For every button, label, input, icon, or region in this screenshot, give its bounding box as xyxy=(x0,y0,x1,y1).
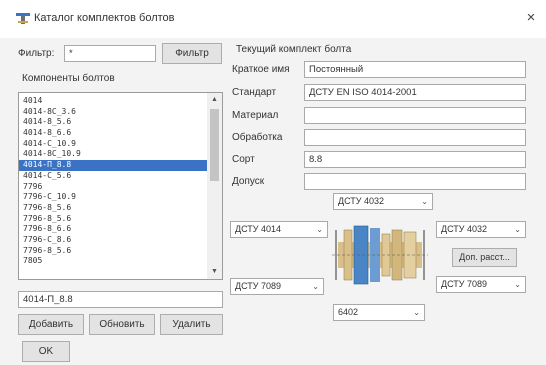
dropdown-arrow-icon: ⌄ xyxy=(514,225,521,234)
list-item[interactable]: 4014-П_8.8 xyxy=(19,160,207,171)
list-item[interactable]: 7796-8_5.6 xyxy=(19,203,207,214)
dropdown-arrow-icon: ⌄ xyxy=(421,197,428,206)
short-name-field[interactable]: Постоянный xyxy=(304,61,526,78)
delete-button[interactable]: Удалить xyxy=(160,314,223,335)
refresh-button[interactable]: Обновить xyxy=(89,314,155,335)
add-button[interactable]: Добавить xyxy=(18,314,84,335)
list-item[interactable]: 4014-8С_3.6 xyxy=(19,107,207,118)
bolt-app-icon xyxy=(16,13,30,24)
washer-top-combo[interactable]: ДСТУ 4032 ⌄ xyxy=(333,193,433,210)
scroll-up-icon[interactable]: ▲ xyxy=(207,93,222,107)
window-title: Каталог комплектов болтов xyxy=(34,12,175,24)
filter-button[interactable]: Фильтр xyxy=(162,43,222,64)
nut-standard-combo[interactable]: ДСТУ 4032 ⌄ xyxy=(436,221,526,238)
list-item[interactable]: 7796-8_6.6 xyxy=(19,224,207,235)
list-item[interactable]: 7796 xyxy=(19,182,207,193)
material-label: Материал xyxy=(232,110,279,121)
extra-spacing-button[interactable]: Доп. расст... xyxy=(452,248,517,267)
list-item[interactable]: 7796-С_10.9 xyxy=(19,192,207,203)
scroll-down-icon[interactable]: ▼ xyxy=(207,265,222,279)
washer-top-value: ДСТУ 4032 xyxy=(338,196,385,206)
scroll-thumb[interactable] xyxy=(210,109,219,181)
close-button[interactable]: × xyxy=(520,8,542,28)
dropdown-arrow-icon: ⌄ xyxy=(312,282,319,291)
components-label: Компоненты болтов xyxy=(22,73,115,84)
tolerance-label: Допуск xyxy=(232,176,265,187)
ok-button[interactable]: OK xyxy=(22,341,70,362)
bolt-standard-combo[interactable]: ДСТУ 4014 ⌄ xyxy=(230,221,328,238)
washer-left-combo[interactable]: ДСТУ 7089 ⌄ xyxy=(230,278,324,295)
dropdown-arrow-icon: ⌄ xyxy=(316,225,323,234)
standard-label: Стандарт xyxy=(232,87,277,98)
washer-left-value: ДСТУ 7089 xyxy=(235,281,282,291)
finish-label: Обработка xyxy=(232,132,283,143)
dropdown-arrow-icon: ⌄ xyxy=(514,280,521,289)
bolt-catalog-dialog: Каталог комплектов болтов × Фильтр: * Фи… xyxy=(0,0,546,365)
standard-field[interactable]: ДСТУ EN ISO 4014-2001 xyxy=(304,84,526,101)
components-listbox[interactable]: 4014 4014-8С_3.6 4014-8_5.6 4014-8_6.6 4014-… xyxy=(18,92,223,280)
finish-field[interactable] xyxy=(304,129,526,146)
list-item[interactable]: 4014-С_10.9 xyxy=(19,139,207,150)
grade-label: Сорт xyxy=(232,154,255,165)
list-item[interactable]: 4014-8_6.6 xyxy=(19,128,207,139)
bolt-assembly-image xyxy=(332,225,428,285)
washer-right-combo[interactable]: ДСТУ 7089 ⌄ xyxy=(436,276,526,293)
dropdown-arrow-icon: ⌄ xyxy=(413,308,420,317)
nut-standard-value: ДСТУ 4032 xyxy=(441,224,488,234)
bolt-standard-value: ДСТУ 4014 xyxy=(235,224,282,234)
components-list-items: 4014 4014-8С_3.6 4014-8_5.6 4014-8_6.6 4014-… xyxy=(19,96,207,267)
list-scrollbar[interactable]: ▲ ▼ xyxy=(207,93,222,279)
washer-right-value: ДСТУ 7089 xyxy=(441,279,488,289)
list-item[interactable]: 7796-8_5.6 xyxy=(19,246,207,257)
tolerance-field[interactable] xyxy=(304,173,526,190)
list-item[interactable]: 4014-8С_10.9 xyxy=(19,149,207,160)
short-name-label: Краткое имя xyxy=(232,64,290,75)
list-item[interactable]: 4014-С_5.6 xyxy=(19,171,207,182)
title-bar: Каталог комплектов болтов × xyxy=(0,0,546,38)
filter-input[interactable]: * xyxy=(64,45,156,62)
material-field[interactable] xyxy=(304,107,526,124)
list-item[interactable]: 7796-С_8.6 xyxy=(19,235,207,246)
list-item[interactable]: 4014 xyxy=(19,96,207,107)
list-item[interactable]: 7796-8_5.6 xyxy=(19,214,207,225)
bottom-nut-combo[interactable]: 6402 ⌄ xyxy=(333,304,425,321)
bottom-nut-value: 6402 xyxy=(338,307,359,317)
list-item[interactable]: 7805 xyxy=(19,256,207,267)
list-item[interactable]: 4014-8_5.6 xyxy=(19,117,207,128)
component-name-input[interactable]: 4014-П_8.8 xyxy=(18,291,223,308)
grade-field[interactable]: 8.8 xyxy=(304,151,526,168)
bolt-set-group-title: Текущий комплект болта xyxy=(236,44,352,55)
filter-label: Фильтр: xyxy=(18,48,55,59)
